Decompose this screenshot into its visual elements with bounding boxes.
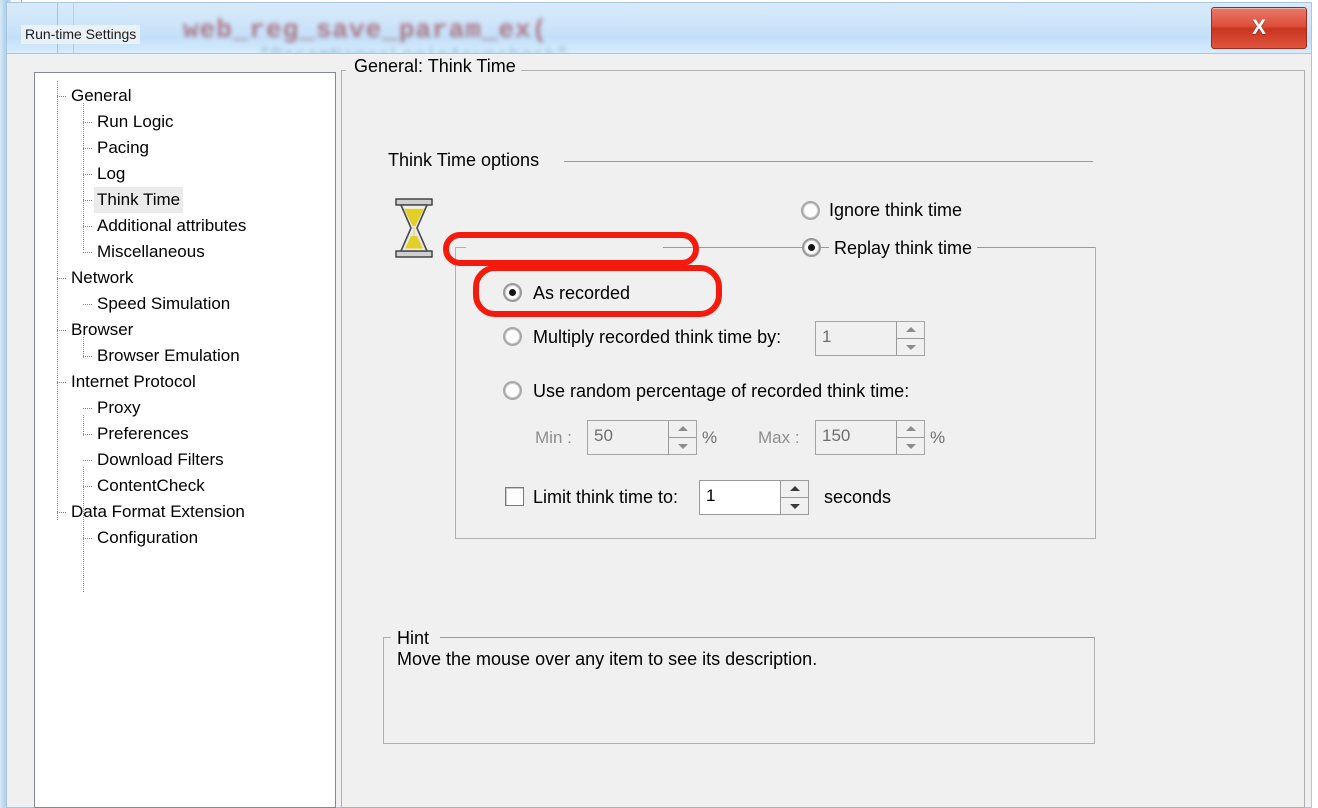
radio-ignore-think-time[interactable] (801, 201, 820, 220)
sidebar-item-label: Preferences (97, 424, 189, 443)
sidebar-item-label: Additional attributes (97, 216, 247, 235)
chevron-up-icon (905, 425, 916, 431)
settings-content-panel: General: Think Time Think Time options I… (336, 54, 1313, 808)
radio-random-percentage[interactable] (503, 381, 522, 400)
sidebar-item-label: Think Time (94, 187, 184, 213)
sidebar-item-download-filters[interactable]: Download Filters (35, 447, 335, 473)
limit-seconds-stepper[interactable]: 1 (699, 480, 809, 515)
app-window: web_reg_save_param_ex( "ParamName=LoginA… (0, 0, 1318, 808)
sidebar-item-internet-protocol[interactable]: Internet Protocol (35, 369, 335, 395)
max-stepper-down-button[interactable] (897, 437, 924, 454)
max-percentage-stepper[interactable]: 150 (815, 420, 925, 455)
limit-seconds-value: 1 (706, 486, 716, 505)
chevron-down-icon (789, 503, 800, 509)
multiply-stepper-up-button[interactable] (897, 322, 924, 339)
chevron-down-icon (905, 443, 916, 449)
label-seconds-unit: seconds (824, 487, 892, 507)
label-min: Min : (535, 428, 572, 447)
hint-title: Hint (393, 628, 434, 649)
sidebar-item-speed-simulation[interactable]: Speed Simulation (35, 291, 335, 317)
sidebar-item-additional-attributes[interactable]: Additional attributes (35, 213, 335, 239)
settings-tree[interactable]: General Run Logic Pacing Log Think Time Addit… (35, 73, 335, 593)
label-as-recorded: As recorded (533, 283, 631, 303)
min-percentage-value: 50 (594, 426, 613, 445)
max-stepper-up-button[interactable] (897, 421, 924, 438)
chevron-up-icon (677, 425, 688, 431)
multiply-stepper-buttons[interactable] (896, 322, 924, 355)
limit-stepper-down-button[interactable] (781, 497, 808, 514)
min-percentage-stepper[interactable]: 50 (587, 420, 697, 455)
think-time-options-rule (564, 161, 1093, 162)
chevron-up-icon (789, 485, 800, 491)
min-stepper-buttons[interactable] (668, 421, 696, 454)
sidebar-item-label: Browser Emulation (97, 346, 240, 365)
sidebar-item-label: Internet Protocol (71, 372, 196, 391)
sidebar-item-label: Network (71, 268, 134, 287)
sidebar-item-configuration[interactable]: Configuration (35, 525, 335, 551)
sidebar-item-log[interactable]: Log (35, 161, 335, 187)
sidebar-item-label: General (71, 86, 132, 105)
sidebar-item-browser-emulation[interactable]: Browser Emulation (35, 343, 335, 369)
sidebar-item-label: Data Format Extension (71, 502, 245, 521)
checkbox-limit-think-time[interactable] (505, 487, 524, 506)
sidebar-item-proxy[interactable]: Proxy (35, 395, 335, 421)
sidebar-item-label: Log (97, 164, 126, 183)
sidebar-item-label: Miscellaneous (97, 242, 205, 261)
hourglass-icon (393, 198, 435, 258)
min-percentage-unit: % (702, 428, 718, 447)
max-percentage-unit: % (930, 428, 946, 447)
multiply-stepper-down-button[interactable] (897, 338, 924, 355)
multiply-factor-value: 1 (822, 327, 832, 346)
sidebar-item-label: Browser (71, 320, 134, 339)
window-title: Run-time Settings (21, 25, 141, 44)
settings-tree-panel[interactable]: General Run Logic Pacing Log Think Time Addit… (34, 72, 336, 808)
radio-multiply-think-time[interactable] (503, 327, 522, 346)
min-stepper-up-button[interactable] (669, 421, 696, 438)
max-percentage-value: 150 (822, 426, 851, 445)
hint-text: Move the mouse over any item to see its … (397, 649, 818, 669)
sidebar-item-general[interactable]: General (35, 83, 335, 109)
radio-as-recorded[interactable] (503, 283, 522, 302)
chevron-down-icon (677, 443, 688, 449)
close-icon: X (1251, 16, 1266, 39)
sidebar-item-label: Download Filters (97, 450, 224, 469)
label-ignore-think-time: Ignore think time (829, 200, 963, 220)
chevron-up-icon (905, 326, 916, 332)
sidebar-item-label: Configuration (97, 528, 199, 547)
ghost-code-line-2: "ParamName=LoginAsyncheck", (259, 45, 580, 53)
sidebar-item-label: Speed Simulation (97, 294, 231, 313)
title-bar: web_reg_save_param_ex( "ParamName=LoginA… (6, 2, 1312, 54)
sidebar-item-label: Pacing (97, 138, 149, 157)
blurred-background-code: web_reg_save_param_ex( "ParamName=LoginA… (7, 3, 1311, 53)
label-random-percentage: Use random percentage of recorded think … (533, 381, 910, 401)
chevron-down-icon (905, 344, 916, 350)
label-max: Max : (758, 428, 800, 447)
max-stepper-buttons[interactable] (896, 421, 924, 454)
multiply-factor-stepper[interactable]: 1 (815, 321, 925, 356)
ghost-code-line-1: web_reg_save_param_ex( (183, 15, 549, 45)
label-multiply-think-time: Multiply recorded think time by: (533, 327, 782, 347)
sidebar-item-contentcheck[interactable]: ContentCheck (35, 473, 335, 499)
min-stepper-down-button[interactable] (669, 437, 696, 454)
close-button[interactable]: X (1211, 7, 1307, 49)
sidebar-item-data-format-extension[interactable]: Data Format Extension (35, 499, 335, 525)
label-limit-think-time: Limit think time to: (533, 487, 679, 507)
sidebar-item-preferences[interactable]: Preferences (35, 421, 335, 447)
label-replay-think-time: Replay think time (829, 238, 978, 259)
radio-replay-think-time[interactable] (802, 238, 821, 257)
sidebar-item-pacing[interactable]: Pacing (35, 135, 335, 161)
sidebar-item-think-time[interactable]: Think Time (35, 187, 335, 213)
sidebar-item-run-logic[interactable]: Run Logic (35, 109, 335, 135)
think-time-options-title: Think Time options (382, 150, 546, 171)
limit-stepper-buttons[interactable] (780, 481, 808, 514)
sidebar-item-network[interactable]: Network (35, 265, 335, 291)
sidebar-item-label: ContentCheck (97, 476, 205, 495)
dialog-body: General Run Logic Pacing Log Think Time Addit… (6, 54, 1312, 808)
sidebar-item-miscellaneous[interactable]: Miscellaneous (35, 239, 335, 265)
limit-stepper-up-button[interactable] (781, 481, 808, 498)
sidebar-item-browser[interactable]: Browser (35, 317, 335, 343)
sidebar-item-label: Run Logic (97, 112, 174, 131)
page-title: General: Think Time (349, 56, 521, 77)
sidebar-item-label: Proxy (97, 398, 141, 417)
